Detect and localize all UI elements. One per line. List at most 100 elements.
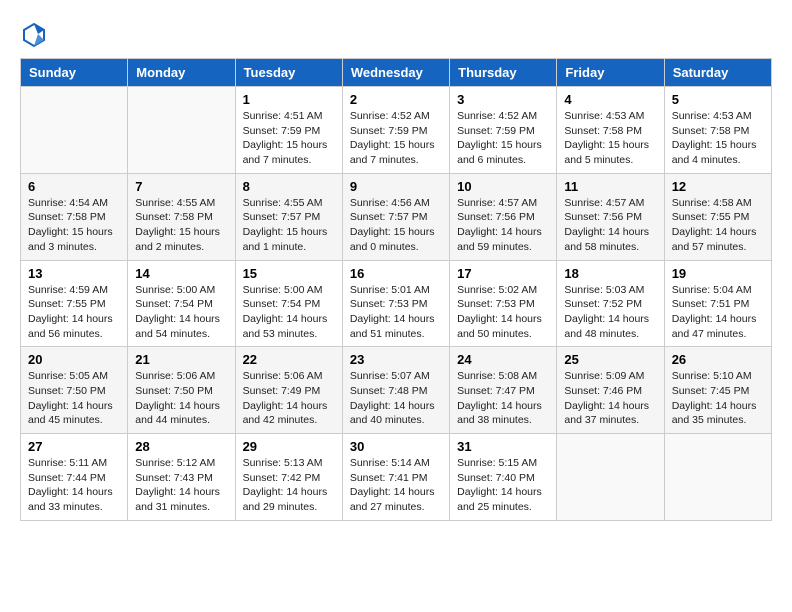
day-number: 23 <box>350 352 442 367</box>
calendar-cell <box>21 87 128 174</box>
calendar-cell: 29 Sunrise: 5:13 AM Sunset: 7:42 PM Dayli… <box>235 434 342 521</box>
calendar-cell: 13 Sunrise: 4:59 AM Sunset: 7:55 PM Dayli… <box>21 260 128 347</box>
calendar-cell: 7Sunrise: 4:55 AM Sunset: 7:58 PM Daylig… <box>128 173 235 260</box>
calendar-cell: 30Sunrise: 5:14 AM Sunset: 7:41 PM Dayli… <box>342 434 449 521</box>
logo <box>20 20 52 48</box>
day-number: 29 <box>243 439 335 454</box>
header-sunday: Sunday <box>21 59 128 87</box>
header-row: SundayMondayTuesdayWednesdayThursdayFrid… <box>21 59 772 87</box>
day-number: 17 <box>457 266 549 281</box>
day-info: Sunrise: 5:03 AM Sunset: 7:52 PM Dayligh… <box>564 283 656 342</box>
day-info: Sunrise: 5:04 AM Sunset: 7:51 PM Dayligh… <box>672 283 764 342</box>
calendar-header: SundayMondayTuesdayWednesdayThursdayFrid… <box>21 59 772 87</box>
day-info: Sunrise: 4:53 AM Sunset: 7:58 PM Dayligh… <box>672 109 764 168</box>
day-info: Sunrise: 5:15 AM Sunset: 7:40 PM Dayligh… <box>457 456 549 515</box>
day-info: Sunrise: 4:57 AM Sunset: 7:56 PM Dayligh… <box>457 196 549 255</box>
page-header <box>20 20 772 48</box>
header-saturday: Saturday <box>664 59 771 87</box>
week-row-0: 1 Sunrise: 4:51 AM Sunset: 7:59 PM Daylig… <box>21 87 772 174</box>
week-row-2: 13 Sunrise: 4:59 AM Sunset: 7:55 PM Dayli… <box>21 260 772 347</box>
day-info: Sunrise: 4:54 AM Sunset: 7:58 PM Dayligh… <box>28 196 120 255</box>
day-info: Sunrise: 5:06 AM Sunset: 7:50 PM Dayligh… <box>135 369 227 428</box>
day-info: Sunrise: 4:55 AM Sunset: 7:58 PM Dayligh… <box>135 196 227 255</box>
day-number: 10 <box>457 179 549 194</box>
week-row-3: 20 Sunrise: 5:05 AM Sunset: 7:50 PM Dayli… <box>21 347 772 434</box>
day-number: 19 <box>672 266 764 281</box>
day-info: Sunrise: 5:00 AM Sunset: 7:54 PM Dayligh… <box>135 283 227 342</box>
calendar-cell <box>128 87 235 174</box>
day-info: Sunrise: 5:00 AM Sunset: 7:54 PM Dayligh… <box>243 283 335 342</box>
day-info: Sunrise: 4:57 AM Sunset: 7:56 PM Dayligh… <box>564 196 656 255</box>
week-row-4: 27 Sunrise: 5:11 AM Sunset: 7:44 PM Dayli… <box>21 434 772 521</box>
day-number: 3 <box>457 92 549 107</box>
calendar-cell: 24 Sunrise: 5:08 AM Sunset: 7:47 PM Dayli… <box>450 347 557 434</box>
calendar-cell: 11 Sunrise: 4:57 AM Sunset: 7:56 PM Dayli… <box>557 173 664 260</box>
day-info: Sunrise: 4:53 AM Sunset: 7:58 PM Dayligh… <box>564 109 656 168</box>
day-number: 9 <box>350 179 442 194</box>
day-info: Sunrise: 4:55 AM Sunset: 7:57 PM Dayligh… <box>243 196 335 255</box>
day-number: 2 <box>350 92 442 107</box>
day-info: Sunrise: 4:51 AM Sunset: 7:59 PM Dayligh… <box>243 109 335 168</box>
calendar-table: SundayMondayTuesdayWednesdayThursdayFrid… <box>20 58 772 521</box>
day-number: 13 <box>28 266 120 281</box>
day-number: 14 <box>135 266 227 281</box>
calendar-cell: 3 Sunrise: 4:52 AM Sunset: 7:59 PM Daylig… <box>450 87 557 174</box>
day-info: Sunrise: 4:52 AM Sunset: 7:59 PM Dayligh… <box>350 109 442 168</box>
calendar-cell: 31 Sunrise: 5:15 AM Sunset: 7:40 PM Dayli… <box>450 434 557 521</box>
calendar-cell: 19 Sunrise: 5:04 AM Sunset: 7:51 PM Dayli… <box>664 260 771 347</box>
calendar-cell: 5 Sunrise: 4:53 AM Sunset: 7:58 PM Daylig… <box>664 87 771 174</box>
day-number: 4 <box>564 92 656 107</box>
day-number: 12 <box>672 179 764 194</box>
day-number: 21 <box>135 352 227 367</box>
day-info: Sunrise: 4:59 AM Sunset: 7:55 PM Dayligh… <box>28 283 120 342</box>
day-info: Sunrise: 5:09 AM Sunset: 7:46 PM Dayligh… <box>564 369 656 428</box>
logo-icon <box>20 20 48 48</box>
calendar-body: 1 Sunrise: 4:51 AM Sunset: 7:59 PM Daylig… <box>21 87 772 521</box>
calendar-cell: 15 Sunrise: 5:00 AM Sunset: 7:54 PM Dayli… <box>235 260 342 347</box>
calendar-cell: 14 Sunrise: 5:00 AM Sunset: 7:54 PM Dayli… <box>128 260 235 347</box>
day-number: 27 <box>28 439 120 454</box>
calendar-cell: 25 Sunrise: 5:09 AM Sunset: 7:46 PM Dayli… <box>557 347 664 434</box>
day-number: 15 <box>243 266 335 281</box>
week-row-1: 6Sunrise: 4:54 AM Sunset: 7:58 PM Daylig… <box>21 173 772 260</box>
day-info: Sunrise: 5:01 AM Sunset: 7:53 PM Dayligh… <box>350 283 442 342</box>
day-number: 25 <box>564 352 656 367</box>
calendar-cell: 6Sunrise: 4:54 AM Sunset: 7:58 PM Daylig… <box>21 173 128 260</box>
day-number: 18 <box>564 266 656 281</box>
day-info: Sunrise: 4:56 AM Sunset: 7:57 PM Dayligh… <box>350 196 442 255</box>
day-info: Sunrise: 5:12 AM Sunset: 7:43 PM Dayligh… <box>135 456 227 515</box>
header-thursday: Thursday <box>450 59 557 87</box>
day-number: 24 <box>457 352 549 367</box>
day-number: 28 <box>135 439 227 454</box>
calendar-cell: 8Sunrise: 4:55 AM Sunset: 7:57 PM Daylig… <box>235 173 342 260</box>
day-number: 5 <box>672 92 764 107</box>
day-info: Sunrise: 4:52 AM Sunset: 7:59 PM Dayligh… <box>457 109 549 168</box>
day-number: 26 <box>672 352 764 367</box>
calendar-cell: 23Sunrise: 5:07 AM Sunset: 7:48 PM Dayli… <box>342 347 449 434</box>
day-number: 31 <box>457 439 549 454</box>
day-info: Sunrise: 5:02 AM Sunset: 7:53 PM Dayligh… <box>457 283 549 342</box>
calendar-cell: 22Sunrise: 5:06 AM Sunset: 7:49 PM Dayli… <box>235 347 342 434</box>
day-number: 1 <box>243 92 335 107</box>
calendar-cell: 1 Sunrise: 4:51 AM Sunset: 7:59 PM Daylig… <box>235 87 342 174</box>
day-number: 30 <box>350 439 442 454</box>
day-number: 20 <box>28 352 120 367</box>
header-friday: Friday <box>557 59 664 87</box>
calendar-cell: 12 Sunrise: 4:58 AM Sunset: 7:55 PM Dayli… <box>664 173 771 260</box>
header-wednesday: Wednesday <box>342 59 449 87</box>
header-monday: Monday <box>128 59 235 87</box>
calendar-cell: 17 Sunrise: 5:02 AM Sunset: 7:53 PM Dayli… <box>450 260 557 347</box>
calendar-cell: 10 Sunrise: 4:57 AM Sunset: 7:56 PM Dayli… <box>450 173 557 260</box>
day-info: Sunrise: 5:08 AM Sunset: 7:47 PM Dayligh… <box>457 369 549 428</box>
day-info: Sunrise: 5:11 AM Sunset: 7:44 PM Dayligh… <box>28 456 120 515</box>
calendar-cell: 9 Sunrise: 4:56 AM Sunset: 7:57 PM Daylig… <box>342 173 449 260</box>
calendar-cell: 21 Sunrise: 5:06 AM Sunset: 7:50 PM Dayli… <box>128 347 235 434</box>
calendar-cell <box>557 434 664 521</box>
calendar-cell: 27 Sunrise: 5:11 AM Sunset: 7:44 PM Dayli… <box>21 434 128 521</box>
day-info: Sunrise: 5:05 AM Sunset: 7:50 PM Dayligh… <box>28 369 120 428</box>
day-info: Sunrise: 4:58 AM Sunset: 7:55 PM Dayligh… <box>672 196 764 255</box>
header-tuesday: Tuesday <box>235 59 342 87</box>
day-info: Sunrise: 5:13 AM Sunset: 7:42 PM Dayligh… <box>243 456 335 515</box>
day-number: 11 <box>564 179 656 194</box>
calendar-cell: 16Sunrise: 5:01 AM Sunset: 7:53 PM Dayli… <box>342 260 449 347</box>
